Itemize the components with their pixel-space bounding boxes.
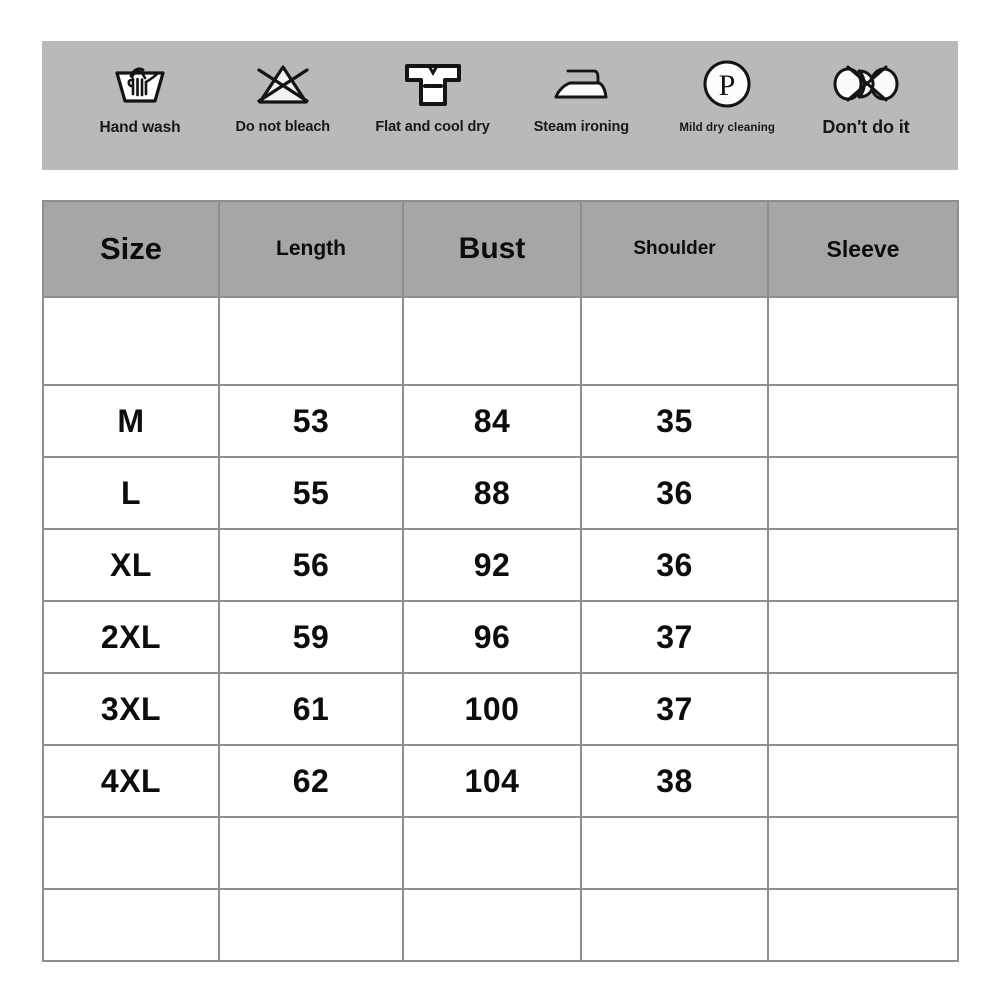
cell-shoulder	[580, 296, 769, 386]
table-row	[42, 816, 959, 890]
care-symbol-mild-dry-cleaning: P Mild dry cleaning	[659, 55, 795, 134]
column-header-sleeve: Sleeve	[767, 200, 959, 298]
cell-bust	[402, 816, 582, 890]
cell-size	[42, 816, 220, 890]
cell-shoulder	[580, 888, 769, 962]
cell-sleeve	[767, 528, 959, 602]
table-row: M 53 84 35	[42, 384, 959, 458]
cell-size: M	[42, 384, 220, 458]
column-header-length: Length	[218, 200, 404, 298]
table-row: 4XL 62 104 38	[42, 744, 959, 818]
cell-bust: 100	[402, 672, 582, 746]
cell-size: 3XL	[42, 672, 220, 746]
cell-sleeve	[767, 600, 959, 674]
cell-sleeve	[767, 672, 959, 746]
cell-bust: 84	[402, 384, 582, 458]
cell-shoulder: 38	[580, 744, 769, 818]
cell-sleeve	[767, 384, 959, 458]
cell-shoulder: 37	[580, 672, 769, 746]
cell-bust: 96	[402, 600, 582, 674]
table-row: XL 56 92 36	[42, 528, 959, 602]
care-symbol-label: Don't do it	[822, 117, 910, 137]
care-symbol-steam-ironing: Steam ironing	[516, 55, 646, 135]
cell-bust: 88	[402, 456, 582, 530]
hand-wash-icon	[112, 55, 168, 113]
cell-size: XL	[42, 528, 220, 602]
cell-length: 55	[218, 456, 404, 530]
cell-length	[218, 296, 404, 386]
table-row: L 55 88 36	[42, 456, 959, 530]
cell-sleeve	[767, 296, 959, 386]
cell-size: 2XL	[42, 600, 220, 674]
care-symbol-do-not-wring: Don't do it	[808, 55, 924, 138]
table-row: 3XL 61 100 37	[42, 672, 959, 746]
column-header-shoulder: Shoulder	[580, 200, 769, 298]
cell-shoulder: 36	[580, 456, 769, 530]
cell-bust	[402, 888, 582, 962]
cell-size	[42, 888, 220, 962]
cell-shoulder	[580, 816, 769, 890]
size-chart-page: Hand wash Do not bleach Flat and cool dr…	[0, 0, 1000, 1000]
cell-bust	[402, 296, 582, 386]
cell-shoulder: 35	[580, 384, 769, 458]
column-header-size: Size	[42, 200, 220, 298]
table-header-row: Size Length Bust Shoulder Sleeve	[42, 200, 959, 298]
do-not-wring-icon	[830, 55, 902, 113]
svg-text:P: P	[719, 69, 736, 102]
size-measurement-table: Size Length Bust Shoulder Sleeve M 53 84…	[42, 200, 959, 962]
cell-size: L	[42, 456, 220, 530]
cell-length	[218, 816, 404, 890]
cell-length: 61	[218, 672, 404, 746]
care-symbol-hand-wash: Hand wash	[76, 55, 204, 137]
mild-dry-clean-p-icon: P	[701, 55, 753, 113]
cell-sleeve	[767, 816, 959, 890]
flat-dry-tshirt-icon	[404, 55, 462, 109]
table-row: 2XL 59 96 37	[42, 600, 959, 674]
cell-shoulder: 36	[580, 528, 769, 602]
table-row	[42, 296, 959, 386]
care-instructions-band: Hand wash Do not bleach Flat and cool dr…	[42, 41, 958, 170]
care-symbol-label: Hand wash	[99, 119, 181, 136]
cell-size: 4XL	[42, 744, 220, 818]
table-body: M 53 84 35 L 55 88 36 XL 56 92 36 2XL 59…	[42, 296, 959, 962]
care-symbol-label: Do not bleach	[235, 119, 331, 135]
care-symbol-label: Steam ironing	[533, 119, 630, 135]
table-row	[42, 888, 959, 962]
cell-sleeve	[767, 744, 959, 818]
care-symbol-flat-dry: Flat and cool dry	[362, 55, 504, 135]
cell-sleeve	[767, 888, 959, 962]
care-symbol-do-not-bleach: Do not bleach	[217, 55, 349, 135]
cell-bust: 104	[402, 744, 582, 818]
steam-iron-icon	[550, 55, 612, 113]
care-symbol-label: Flat and cool dry	[375, 119, 490, 135]
cell-length	[218, 888, 404, 962]
cell-size	[42, 296, 220, 386]
care-symbol-label: Mild dry cleaning	[679, 122, 775, 134]
cell-sleeve	[767, 456, 959, 530]
cell-bust: 92	[402, 528, 582, 602]
cell-shoulder: 37	[580, 600, 769, 674]
cell-length: 56	[218, 528, 404, 602]
column-header-bust: Bust	[402, 200, 582, 298]
do-not-bleach-icon	[254, 55, 312, 113]
cell-length: 59	[218, 600, 404, 674]
cell-length: 62	[218, 744, 404, 818]
cell-length: 53	[218, 384, 404, 458]
